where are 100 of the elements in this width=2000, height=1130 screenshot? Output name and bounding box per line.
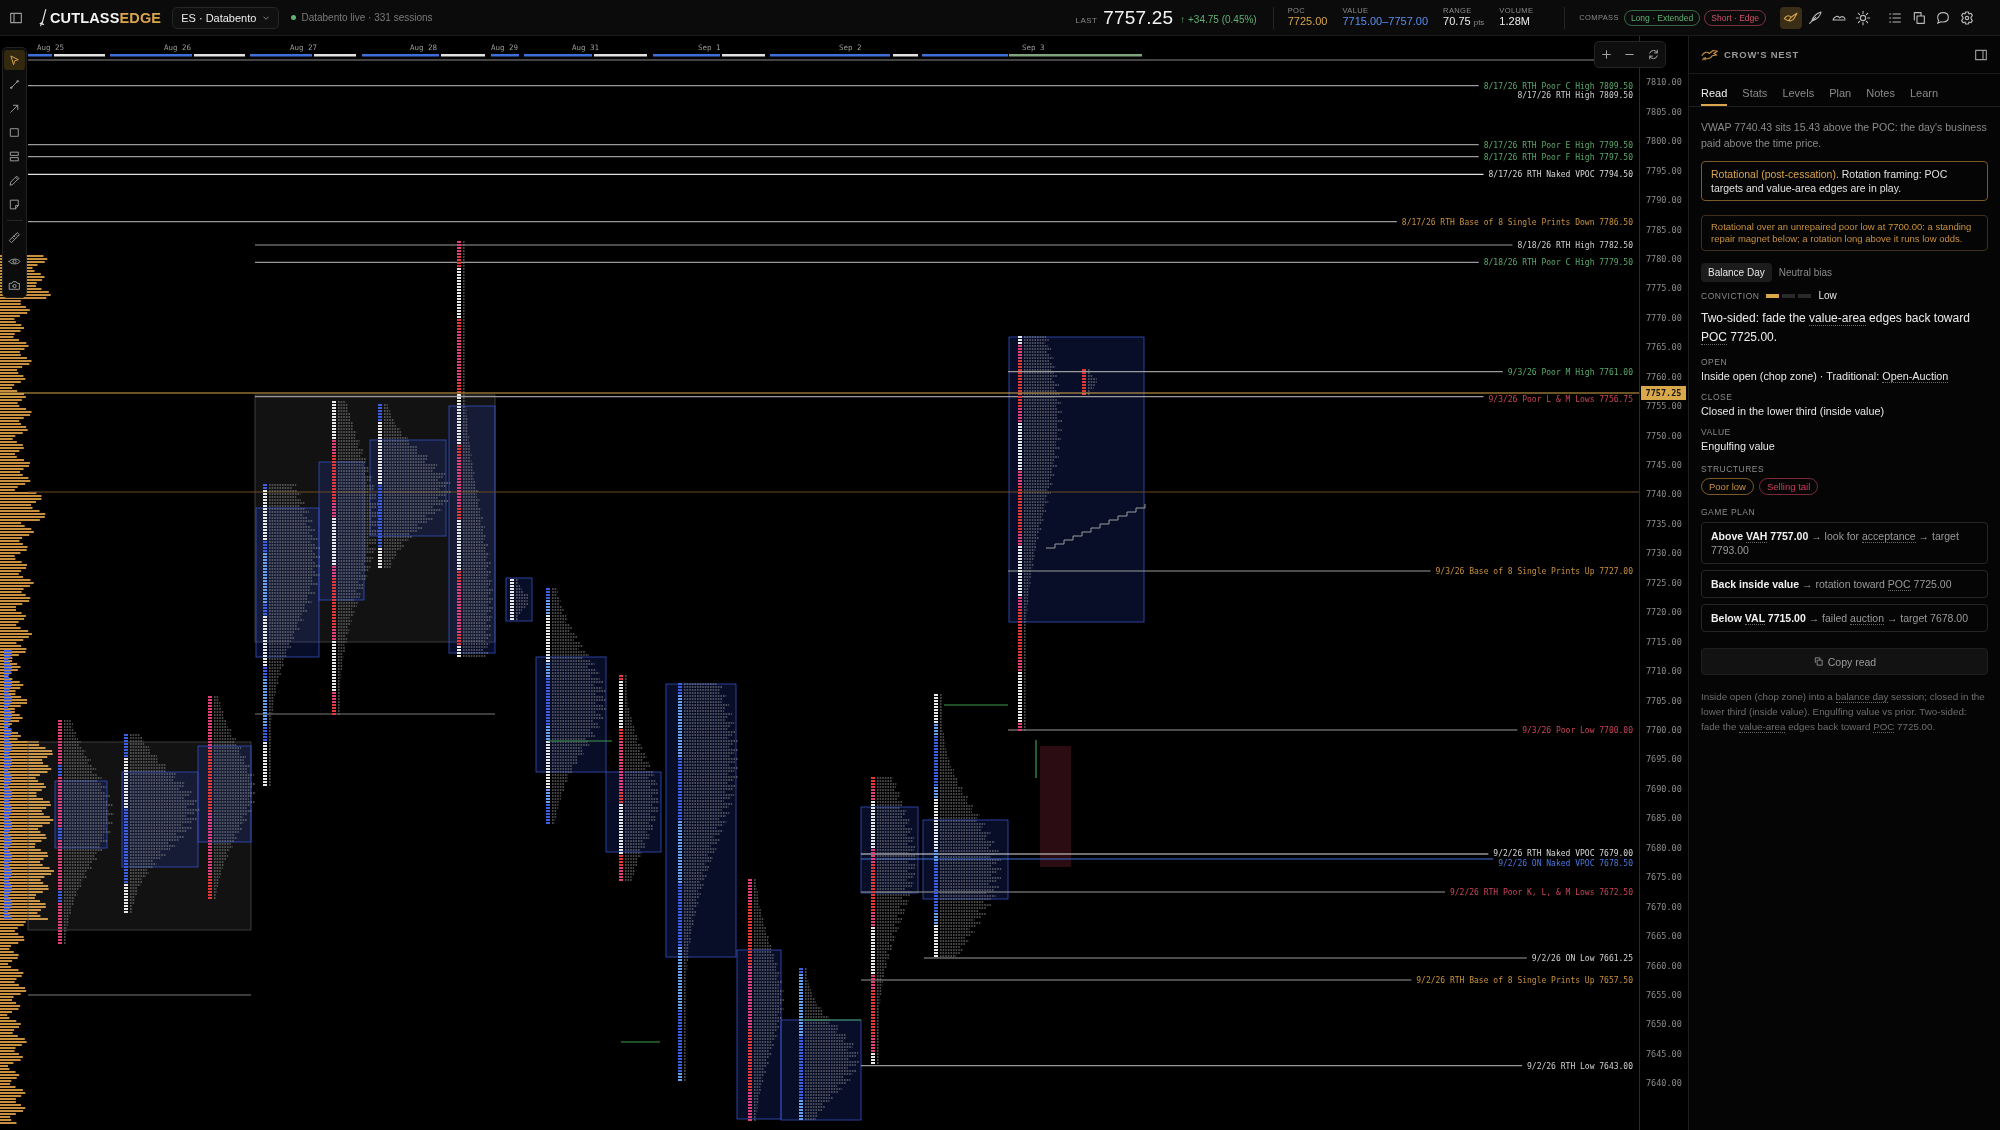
fact-label: OPEN — [1701, 357, 1728, 367]
summary-text: Inside open (chop zone) into a balance day session; closed in the lower third (inside value). Engulfing value vs prior. Two-sided: fade the value-area edges back toward POC 7725.00. — [1701, 690, 1986, 734]
last-price: 7757.25 — [1103, 6, 1174, 29]
chat-icon — [1935, 9, 1951, 26]
fact-value: Inside open (chop zone) · Traditional: Open-Auction — [1701, 370, 1949, 382]
level-label: 8/17/26 RTH High 7809.50 — [1517, 90, 1633, 100]
level-label: 8/17/26 RTH Poor E High 7799.50 — [1483, 140, 1633, 150]
price-tick-label: 7785.00 — [1646, 224, 1682, 235]
refresh-icon — [1646, 48, 1660, 61]
price-tick-label: 7715.00 — [1646, 636, 1682, 647]
panel-tab[interactable]: Plan — [1829, 74, 1852, 106]
level-label: 9/2/26 ON Low 7661.25 — [1531, 953, 1633, 963]
panel-tab[interactable]: Levels — [1782, 74, 1815, 106]
fact-label: CLOSE — [1701, 392, 1733, 402]
pointer-icon — [8, 53, 21, 67]
price-tick-label: 7680.00 — [1646, 842, 1682, 853]
game-plan-card: Back inside value → rotation toward POC 7725.00 — [1701, 570, 1988, 598]
tool-button[interactable] — [4, 50, 25, 70]
stat-value: 1.28M — [1499, 15, 1531, 29]
glossary-term[interactable]: VAH — [1746, 530, 1768, 543]
marker-line — [547, 740, 613, 742]
price-tick-label: 7740.00 — [1646, 489, 1682, 500]
glossary-term[interactable]: value-area — [1809, 311, 1866, 326]
level-label: 8/17/26 RTH Naked VPOC 7794.50 — [1488, 170, 1633, 180]
session-bar — [893, 54, 918, 57]
session-bar — [250, 54, 312, 57]
price-tick-label: 7765.00 — [1646, 342, 1682, 353]
price-tick-label: 7670.00 — [1646, 901, 1682, 912]
stat-value: 7715.00–7757.00 — [1342, 15, 1429, 29]
session-bar — [441, 54, 485, 57]
panel-tab[interactable]: Learn — [1909, 74, 1939, 106]
price-tick-label: 7640.00 — [1646, 1078, 1682, 1089]
level-label: 9/3/26 Poor M High 7761.00 — [1507, 367, 1633, 377]
day-type-chip: Balance Day — [1701, 263, 1772, 282]
camera-icon — [8, 278, 21, 292]
copy-icon — [1812, 656, 1824, 667]
intro-text: VWAP 7740.43 sits 15.43 above the POC: the day's business paid above the time price. — [1701, 120, 1988, 151]
note-icon — [8, 197, 21, 211]
glossary-term[interactable]: VAL — [1744, 612, 1765, 625]
game-plan-card: Above VAH 7757.00 → look for acceptance → target 7793.00 — [1701, 522, 1988, 564]
settings-icon — [1959, 9, 1975, 26]
session-bar — [54, 54, 105, 57]
price-tick-label: 7645.00 — [1646, 1048, 1682, 1059]
quill-icon — [1807, 9, 1823, 26]
level-label: 8/18/26 RTH Poor C High 7779.50 — [1483, 258, 1633, 268]
price-tick-label: 7795.00 — [1646, 165, 1682, 176]
price-tick-label: 7700.00 — [1646, 725, 1682, 735]
level-label: 8/17/26 RTH Base of 8 Single Prints Down 7786.50 — [1401, 217, 1633, 227]
price-tick-label: 7685.00 — [1646, 813, 1682, 824]
session-bar — [594, 54, 647, 57]
glossary-term[interactable]: POC — [1887, 578, 1911, 591]
feed-status-text: Databento live · 331 sessions — [301, 12, 433, 23]
brand-logo: CUTLASSEDGE — [50, 9, 162, 26]
level-label: 9/3/26 Poor Low 7700.00 — [1522, 725, 1633, 735]
session-bar — [28, 54, 52, 57]
session-bar — [722, 54, 765, 57]
session-bar — [314, 54, 356, 57]
game-plan-label: GAME PLAN — [1701, 507, 1756, 517]
pencil-icon — [8, 173, 21, 187]
price-change: ↑ +34.75 (0.45%) — [1180, 13, 1257, 25]
price-tick-label: 7725.00 — [1646, 577, 1682, 588]
glossary-term[interactable]: acceptance — [1861, 530, 1916, 543]
glossary-term[interactable]: value-area — [1739, 721, 1786, 733]
level-label: 8/17/26 RTH Poor C High 7809.50 — [1483, 81, 1633, 91]
last-price-label: LAST — [1075, 15, 1098, 25]
price-tick-label: 7655.00 — [1646, 989, 1682, 1000]
sun-icon — [1855, 9, 1871, 26]
marker-line — [620, 1041, 661, 1043]
panel-tab[interactable]: Stats — [1742, 74, 1768, 106]
level-label: 9/2/26 ON Naked VPOC 7678.50 — [1498, 858, 1633, 868]
glossary-term[interactable]: auction — [1850, 612, 1884, 625]
glossary-term[interactable]: POC — [1701, 330, 1727, 345]
tpo-profile — [1080, 368, 1098, 396]
panel-tab[interactable]: Read — [1701, 74, 1728, 106]
fact-value: Closed in the lower third (inside value) — [1701, 405, 1885, 417]
view-button[interactable] — [1780, 6, 1802, 29]
price-tick-label: 7755.00 — [1646, 401, 1682, 412]
level-label: 8/18/26 RTH High 7782.50 — [1517, 240, 1633, 250]
glossary-term[interactable]: POC — [1873, 721, 1895, 733]
price-tick-label: 7780.00 — [1646, 253, 1682, 264]
glossary-term[interactable]: Open-Auction — [1882, 370, 1949, 383]
fact-label: VALUE — [1701, 427, 1731, 437]
conviction-value: Low — [1818, 290, 1837, 301]
level-label: 9/2/26 RTH Poor K, L, & M Lows 7672.50 — [1449, 887, 1633, 897]
price-tick-label: 7800.00 — [1646, 136, 1682, 147]
last-price-tag: 7757.25 — [1641, 386, 1686, 400]
price-tick-label: 7745.00 — [1646, 460, 1682, 470]
session-bar — [194, 54, 245, 57]
bias-text: Neutral bias — [1778, 267, 1833, 278]
price-tick-label: 7690.00 — [1646, 783, 1682, 794]
copy-read-button[interactable]: Copy read — [1701, 648, 1988, 675]
level-label: 9/2/26 RTH Low 7643.00 — [1527, 1061, 1633, 1071]
price-tick-label: 7810.00 — [1646, 77, 1682, 88]
session-bar — [491, 54, 519, 57]
panel-tab[interactable]: Notes — [1866, 74, 1895, 106]
copy-icon — [1911, 9, 1927, 26]
price-tick-label: 7705.00 — [1646, 695, 1682, 706]
glossary-term[interactable]: balance day — [1835, 691, 1889, 703]
instrument-dropdown[interactable]: ES · Databento — [172, 6, 280, 29]
game-plan-card: Below VAL 7715.00 → failed auction → target 7678.00 — [1701, 604, 1988, 632]
